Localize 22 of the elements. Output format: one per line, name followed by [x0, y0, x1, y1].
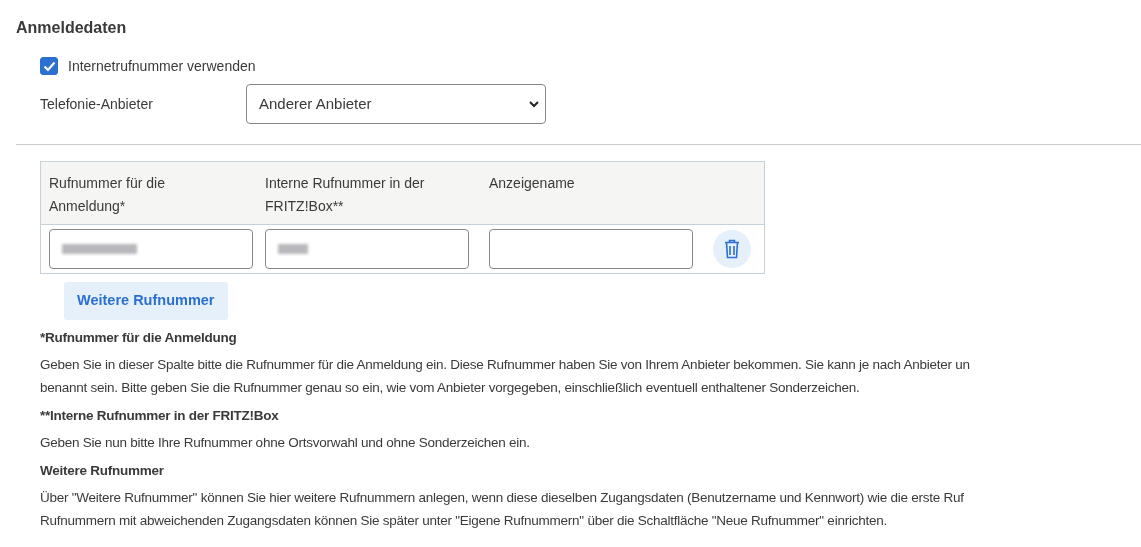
trash-icon	[724, 239, 740, 260]
column-header: Anzeigename	[489, 174, 576, 194]
note-title: Weitere Rufnummer	[40, 461, 165, 480]
note-paragraph: Geben Sie in dieser Spalte bitte die Rufnummer für die Anmeldung ein. Diese Rufnummer haben Sie von Ihrem Anbieter bekommen. Sie kann je nach Anbieter un benannt sein. Bitte geben Sie die Rufnummer genau so ein, wie vom Anbieter vorgegeben, einschließlich eventuell enthaltener Sonderzeichen.	[40, 355, 971, 397]
delete-button[interactable]	[713, 230, 751, 269]
input-field[interactable]	[265, 229, 469, 270]
note-paragraph: Über "Weitere Rufnummer" können Sie hier weitere Rufnummern anlegen, wenn diese dieselben Zugangsdaten (Benutzername und Kennwort) wie die erste Ruf Rufnummern mit abweichenden Zugangsdaten können Sie später unter "Eigene Rufnummern" über die Schaltfläche "Neue Rufnummer" einrichten.	[40, 488, 965, 530]
provider-dropdown[interactable]: Anderer Anbieter	[246, 84, 546, 125]
column-header: Rufnummer für die Anmeldung*	[49, 174, 166, 217]
add-number-button[interactable]: Weitere Rufnummer	[64, 282, 228, 320]
caret-icon	[529, 101, 539, 109]
section-title: Anmeldedaten	[16, 18, 128, 38]
column-header: Interne Rufnummer in der FRITZ!Box**	[265, 174, 426, 217]
input-field[interactable]	[49, 229, 253, 270]
note-title: *Rufnummer für die Anmeldung	[40, 328, 238, 347]
checkbox-label: Internetrufnummer verwenden	[68, 56, 256, 76]
note-paragraph: Geben Sie nun bitte Ihre Rufnummer ohne Ortsvorwahl und ohne Sonderzeichen ein.	[40, 433, 531, 452]
note-title: **Interne Rufnummer in der FRITZ!Box	[40, 406, 280, 425]
redacted-value	[278, 244, 308, 255]
field-label: Telefonie-Anbieter	[40, 94, 154, 114]
input-field[interactable]	[489, 229, 693, 270]
checkbox[interactable]	[40, 57, 58, 76]
